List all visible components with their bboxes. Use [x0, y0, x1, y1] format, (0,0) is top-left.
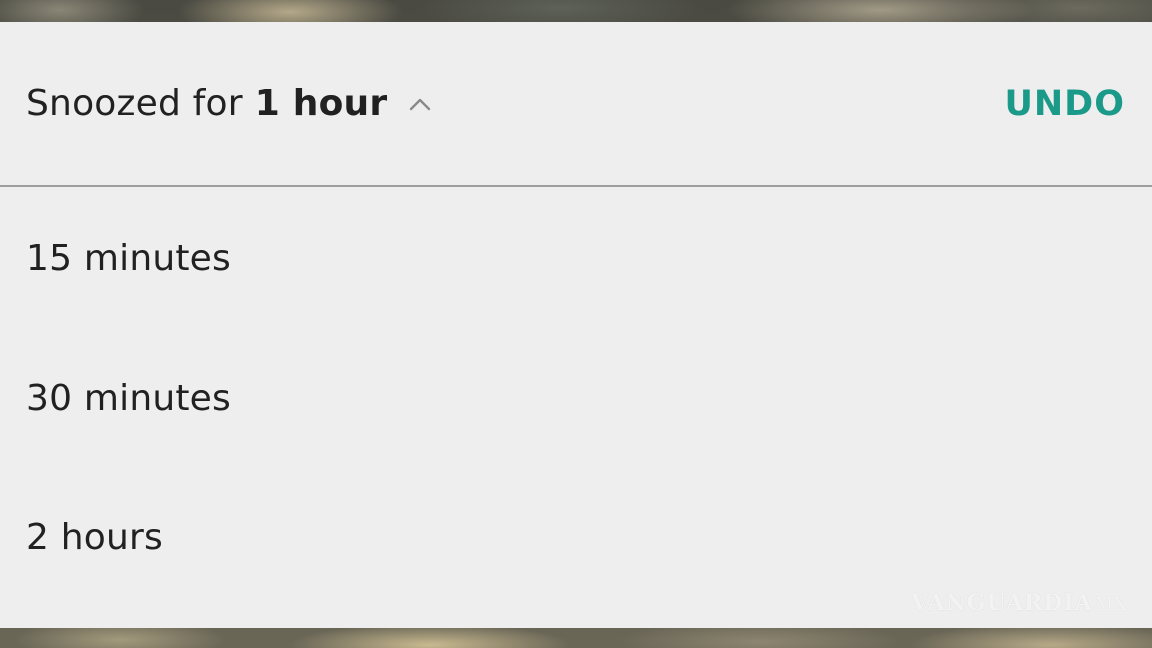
watermark-brand: VANGUARDIA [911, 590, 1093, 616]
snooze-status: Snoozed for 1 hour [26, 83, 431, 124]
chevron-up-icon[interactable] [409, 93, 431, 115]
snooze-duration: 1 hour [254, 83, 388, 124]
snooze-notification-panel: Snoozed for 1 hour UNDO 15 minutes 30 mi… [0, 22, 1152, 628]
snooze-option-15-minutes[interactable]: 15 minutes [0, 187, 1152, 329]
watermark-logo: VANGUARDIA MX [911, 590, 1128, 616]
snooze-header[interactable]: Snoozed for 1 hour UNDO [0, 22, 1152, 185]
undo-button[interactable]: UNDO [1004, 84, 1125, 124]
snooze-option-30-minutes[interactable]: 30 minutes [0, 329, 1152, 468]
snooze-options-list: 15 minutes 30 minutes 2 hours [0, 187, 1152, 607]
snooze-option-2-hours[interactable]: 2 hours [0, 468, 1152, 607]
snooze-status-prefix: Snoozed for [26, 83, 243, 124]
watermark-suffix: MX [1094, 594, 1128, 615]
